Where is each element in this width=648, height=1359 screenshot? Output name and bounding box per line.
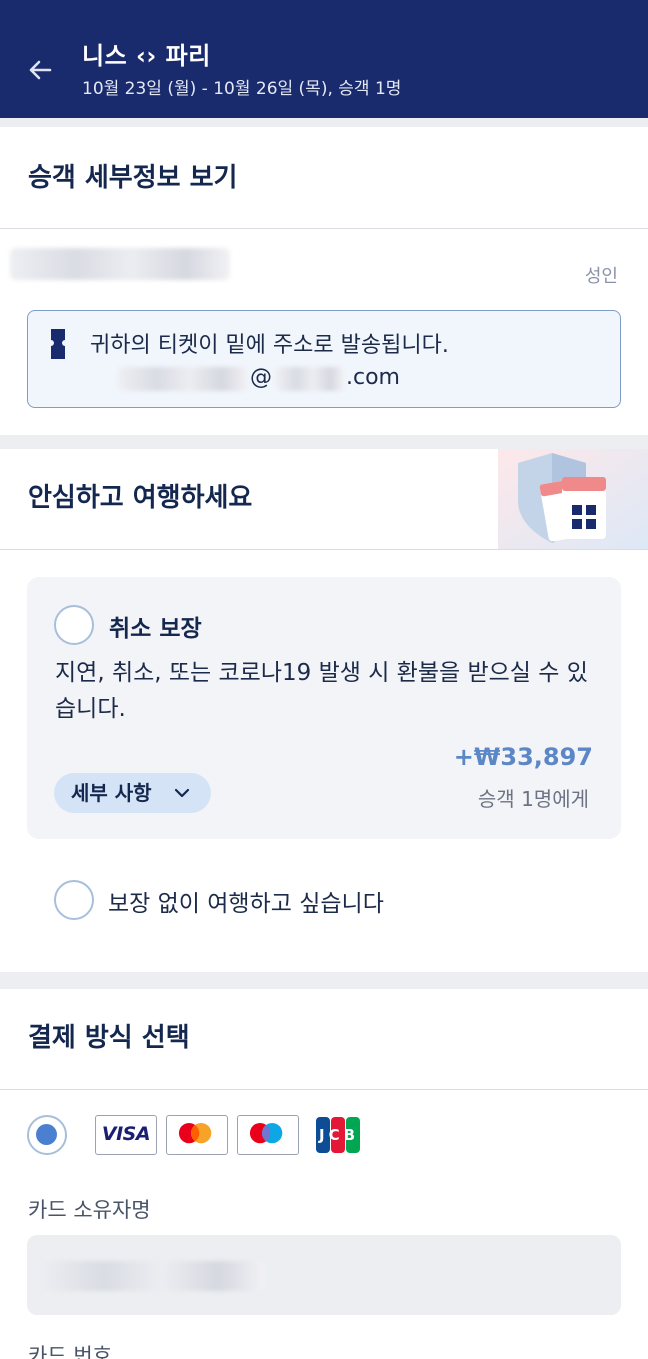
passenger-type: 성인 bbox=[584, 266, 618, 287]
visa-logo-text: VISA bbox=[101, 1123, 151, 1145]
passenger-name-redacted bbox=[10, 248, 230, 280]
ticket-icon bbox=[51, 329, 65, 359]
visa-logo: VISA bbox=[95, 1115, 157, 1155]
mastercard-logo bbox=[166, 1115, 228, 1155]
back-arrow-icon[interactable] bbox=[24, 54, 56, 86]
radio-selected-dot bbox=[36, 1124, 57, 1145]
ticket-notice-text: 귀하의 티켓이 밑에 주소로 발송됩니다. bbox=[90, 333, 449, 358]
details-toggle-button[interactable]: 세부 사항 bbox=[54, 773, 211, 813]
payment-section-title: 결제 방식 선택 bbox=[28, 1023, 190, 1053]
email-domain-redacted bbox=[276, 367, 344, 391]
email-domain-suffix: .com bbox=[346, 365, 400, 390]
coverage-option-title: 취소 보장 bbox=[109, 616, 202, 642]
coverage-price: +₩33,897 bbox=[453, 743, 593, 771]
chevron-down-icon bbox=[174, 788, 190, 798]
no-insurance-label[interactable]: 보장 없이 여행하고 싶습니다 bbox=[108, 884, 384, 918]
maestro-logo bbox=[237, 1115, 299, 1155]
route-title: 니스 ‹› 파리 bbox=[82, 42, 211, 70]
email-user-redacted bbox=[118, 367, 248, 391]
price-per-passenger: 승객 1명에게 bbox=[477, 787, 589, 811]
coverage-option-description: 지연, 취소, 또는 코로나19 발생 시 환불을 받으실 수 있습니다. bbox=[55, 660, 588, 722]
divider bbox=[0, 549, 648, 550]
jcb-logo-text: JCB bbox=[319, 1126, 360, 1144]
card-payment-radio[interactable] bbox=[27, 1115, 67, 1155]
maestro-icon bbox=[249, 1122, 283, 1144]
app-header: 니스 ‹› 파리 10월 23일 (월) - 10월 26일 (목), 승객 1… bbox=[0, 0, 648, 118]
passenger-section-title[interactable]: 승객 세부정보 보기 bbox=[28, 157, 237, 194]
cardholder-name-redacted bbox=[35, 1261, 265, 1291]
email-at-sign: @ bbox=[250, 365, 272, 390]
divider bbox=[0, 1089, 648, 1090]
divider bbox=[0, 228, 648, 229]
coverage-radio[interactable] bbox=[54, 605, 94, 645]
trip-summary: 10월 23일 (월) - 10월 26일 (목), 승객 1명 bbox=[82, 79, 402, 99]
cancellation-coverage-option[interactable]: 취소 보장 지연, 취소, 또는 코로나19 발생 시 환불을 받으실 수 있습… bbox=[27, 577, 621, 839]
ticket-notice: 귀하의 티켓이 밑에 주소로 발송됩니다. @ .com bbox=[27, 310, 621, 408]
insurance-section-title: 안심하고 여행하세요 bbox=[28, 483, 253, 513]
mastercard-icon bbox=[178, 1122, 212, 1144]
shield-ticket-illustration bbox=[498, 449, 648, 549]
cardholder-name-label: 카드 소유자명 bbox=[28, 1198, 151, 1222]
no-insurance-radio[interactable] bbox=[54, 880, 94, 920]
jcb-logo: JCB bbox=[316, 1117, 360, 1153]
card-number-label: 카드 번호 bbox=[28, 1344, 112, 1359]
details-button-label: 세부 사항 bbox=[71, 781, 152, 805]
cardholder-name-input[interactable] bbox=[27, 1235, 621, 1315]
